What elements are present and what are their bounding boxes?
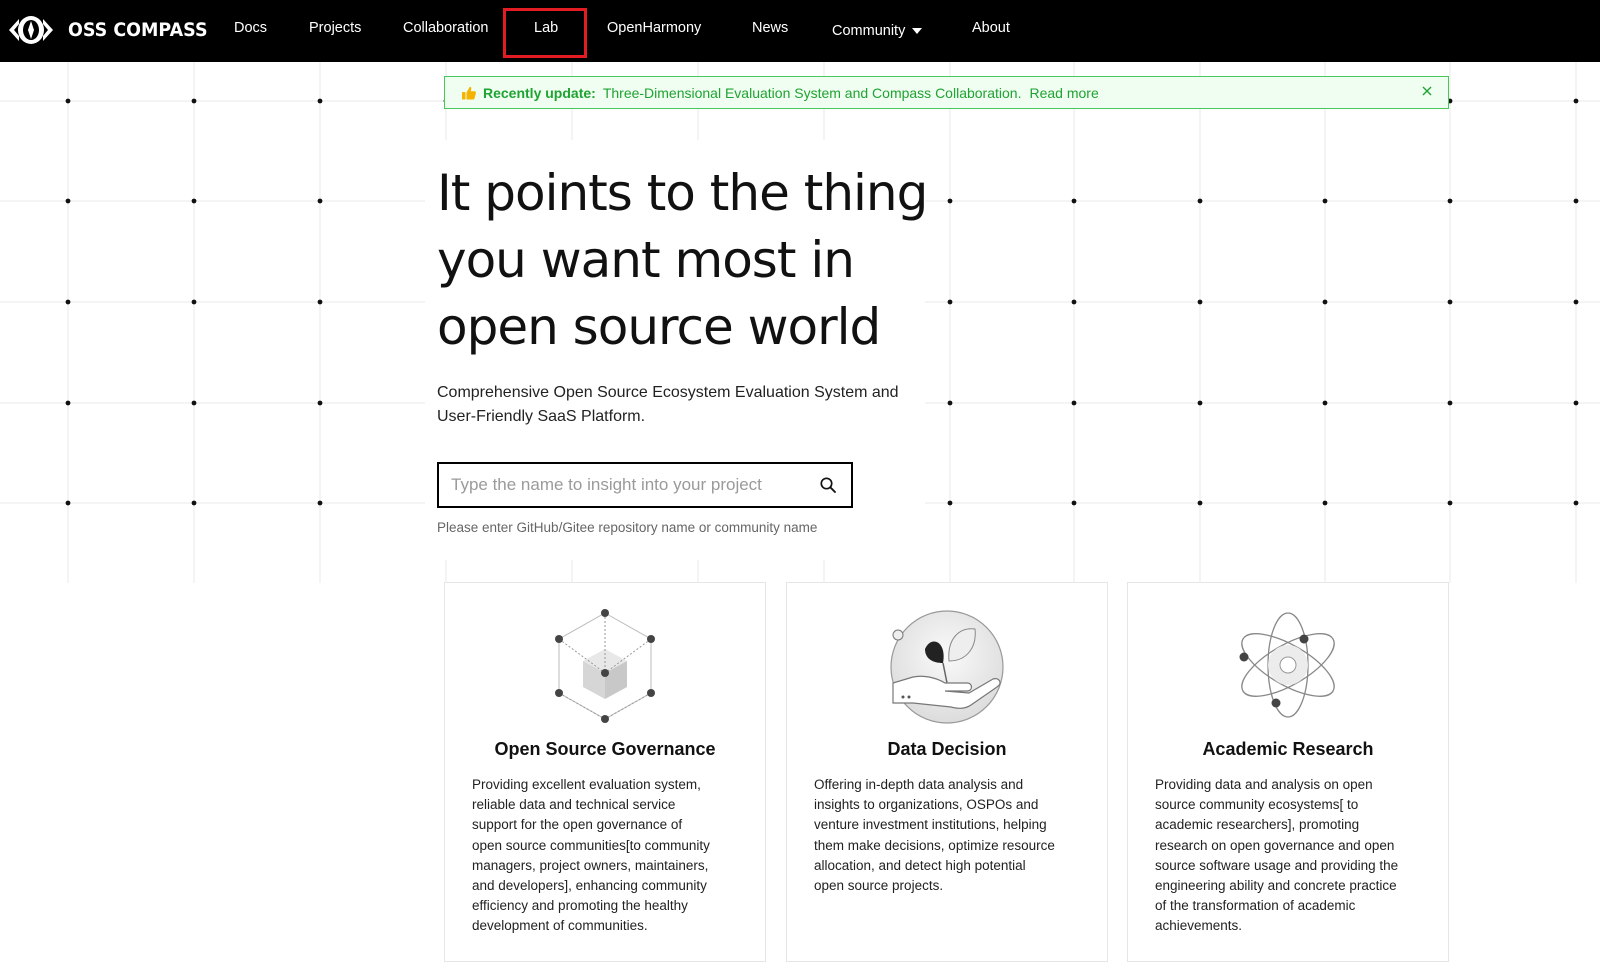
search-input[interactable] (451, 464, 801, 506)
card-title: Open Source Governance (494, 739, 716, 759)
nav-item-collaboration[interactable]: Collaboration (403, 0, 488, 62)
lab-highlight-box (503, 8, 587, 58)
search-icon[interactable] (819, 476, 837, 494)
card-description: Providing excellent evaluation system, r… (472, 775, 742, 937)
feature-card-data-decision: Data Decision Offering in-depth data ana… (786, 582, 1108, 962)
card-desc-line: source community ecosystems[ to (1155, 797, 1359, 813)
card-illustration (445, 605, 765, 733)
nav-item-openharmony[interactable]: OpenHarmony (607, 0, 701, 62)
card-desc-line: engineering ability and concrete practic… (1155, 878, 1397, 894)
banner-text: Three-Dimensional Evaluation System and … (602, 84, 1022, 101)
nav-item-about[interactable]: About (972, 0, 1010, 62)
card-description: Offering in-depth data analysis and insi… (814, 775, 1084, 896)
search-box (437, 462, 853, 508)
nav-item-community[interactable]: Community (832, 0, 923, 62)
hero-title: It points to the thing you want most in … (437, 160, 957, 361)
card-illustration (787, 605, 1107, 733)
card-desc-line: open source communities[to community (472, 837, 710, 853)
nav-item-news[interactable]: News (752, 0, 788, 62)
card-desc-line: and developers], enhancing community (472, 878, 707, 894)
card-desc-line: insights to organizations, OSPOs and (814, 797, 1039, 813)
hero-title-line: open source world (437, 298, 881, 356)
feature-card-governance: Open Source Governance Providing excelle… (444, 582, 766, 962)
card-desc-line: research on open governance and open (1155, 837, 1395, 853)
card-title: Academic Research (1202, 739, 1374, 759)
card-desc-line: open source projects. (814, 878, 944, 894)
hero-subtitle-line: User-Friendly SaaS Platform. (437, 408, 646, 425)
search-hint: Please enter GitHub/Gitee repository nam… (437, 520, 818, 535)
card-desc-line: achievements. (1155, 918, 1243, 934)
feature-card-academic-research: Academic Research Providing data and ana… (1127, 582, 1449, 962)
card-desc-line: Providing data and analysis on open (1155, 777, 1373, 792)
read-more-link[interactable]: Read more (1029, 85, 1098, 101)
card-desc-line: Offering in-depth data analysis and (814, 777, 1024, 792)
card-desc-line: of the transformation of academic (1155, 898, 1356, 914)
nav-item-community-label: Community (832, 23, 906, 39)
banner-label: Recently update: (483, 84, 596, 101)
nav-item-projects[interactable]: Projects (309, 0, 361, 62)
card-desc-line: venture investment institutions, helping (814, 817, 1047, 833)
card-desc-line: managers, project owners, maintainers, (472, 857, 709, 873)
card-illustration (1128, 605, 1448, 733)
hero-subtitle-line: Comprehensive Open Source Ecosystem Eval… (437, 384, 899, 401)
card-desc-line: efficiency and promoting the healthy (472, 898, 688, 914)
card-desc-line: allocation, and detect high potential (814, 857, 1026, 873)
thumbs-up-icon (462, 86, 476, 99)
top-navigation: OSS COMPASS Docs Projects Collaboration … (0, 0, 1600, 62)
hero-subtitle: Comprehensive Open Source Ecosystem Eval… (437, 381, 917, 429)
close-icon[interactable] (1420, 84, 1434, 98)
hand-sprout-icon (890, 610, 1004, 724)
hero-title-line: you want most in (437, 231, 855, 289)
card-desc-line: development of communities. (472, 918, 648, 934)
announcement-banner: Recently update: Three-Dimensional Evalu… (444, 76, 1449, 109)
brand[interactable]: OSS COMPASS (6, 10, 220, 50)
caret-down-icon (912, 28, 923, 34)
cube-network-icon (555, 609, 655, 723)
card-desc-line: reliable data and technical service (472, 797, 676, 813)
card-description: Providing data and analysis on open sour… (1155, 775, 1425, 937)
card-desc-line: Providing excellent evaluation system, (472, 777, 701, 792)
hero-title-line: It points to the thing (437, 164, 928, 222)
card-desc-line: source software usage and providing the (1155, 857, 1399, 873)
card-desc-line: them make decisions, optimize resource (814, 837, 1055, 853)
atom-icon (1239, 612, 1335, 718)
card-title: Data Decision (887, 739, 1007, 759)
card-desc-line: academic researchers], promoting (1155, 817, 1360, 833)
nav-item-docs[interactable]: Docs (234, 0, 267, 62)
eye-compass-logo-icon (9, 16, 53, 44)
card-desc-line: support for the open governance of (472, 817, 683, 833)
brand-name: OSS COMPASS (68, 19, 208, 41)
